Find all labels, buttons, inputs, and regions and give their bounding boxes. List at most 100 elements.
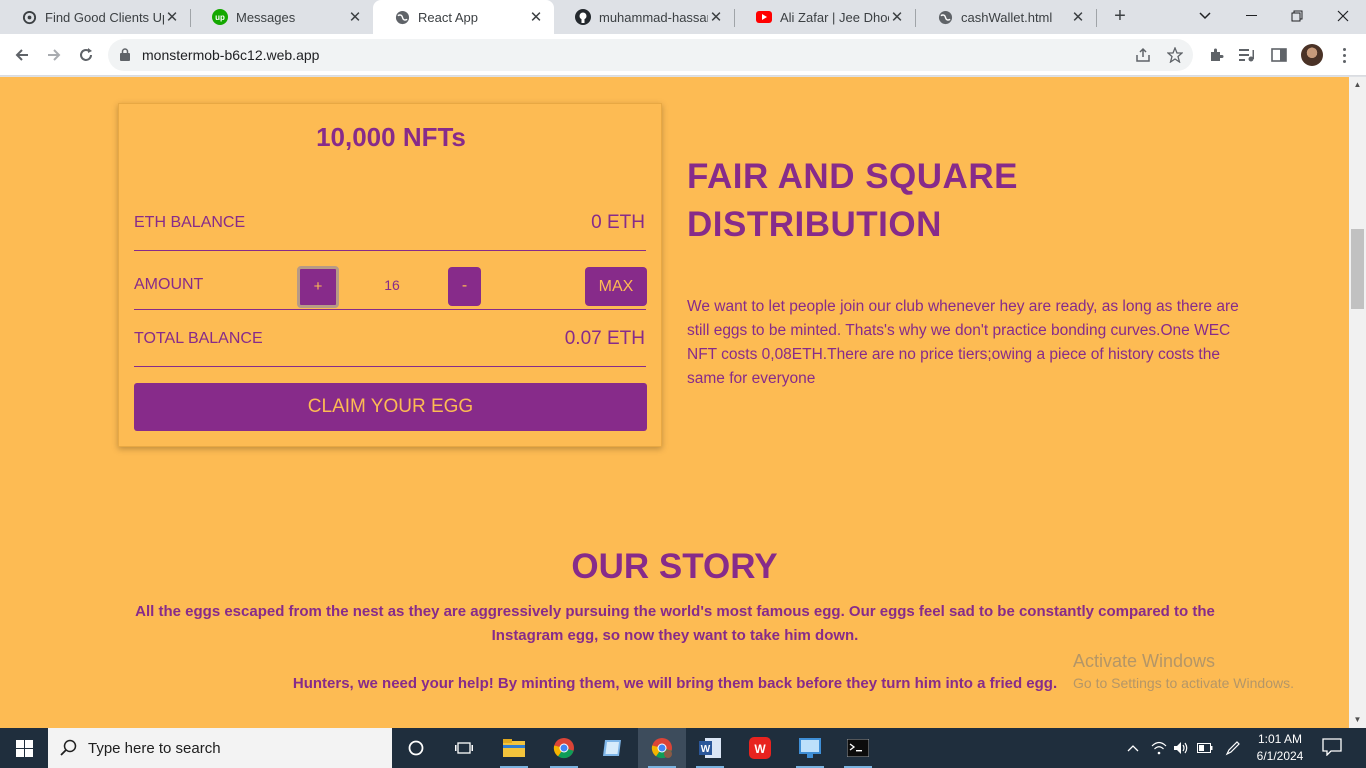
close-window-button[interactable] xyxy=(1320,0,1366,32)
chrome-profile-icon[interactable] xyxy=(638,728,686,768)
extensions-icon[interactable] xyxy=(1207,46,1225,64)
system-clock[interactable]: 1:01 AM 6/1/2024 xyxy=(1250,731,1310,765)
minimize-button[interactable] xyxy=(1228,0,1274,32)
watermark-subtitle: Go to Settings to activate Windows. xyxy=(1073,675,1294,691)
search-icon xyxy=(60,739,78,762)
page-content: 10,000 NFTs ETH BALANCE 0 ETH AMOUNT + 1… xyxy=(0,77,1349,728)
github-icon xyxy=(575,9,591,25)
decrease-amount-button[interactable]: - xyxy=(448,267,481,306)
globe-icon xyxy=(937,9,953,25)
start-button[interactable] xyxy=(0,728,48,768)
activate-windows-watermark: Activate Windows Go to Settings to activ… xyxy=(1073,651,1294,691)
tab-title: Messages xyxy=(236,9,296,25)
tab-title: Ali Zafar | Jee Dhoondta xyxy=(780,9,889,25)
tab-title: cashWallet.html xyxy=(961,9,1053,25)
browser-toolbar: monstermob-b6c12.web.app xyxy=(0,34,1366,76)
taskbar-search[interactable]: Type here to search xyxy=(48,728,392,768)
control-panel-icon[interactable] xyxy=(786,728,834,768)
terminal-icon[interactable] xyxy=(834,728,882,768)
our-story-heading: OUR STORY xyxy=(571,547,778,586)
reload-button[interactable] xyxy=(74,43,98,67)
divider xyxy=(134,309,646,310)
address-bar[interactable]: monstermob-b6c12.web.app xyxy=(108,39,1193,71)
windows-logo-icon xyxy=(15,739,33,757)
task-view-icon[interactable] xyxy=(440,728,488,768)
tab-cashwallet[interactable]: cashWallet.html ✕ xyxy=(916,0,1096,34)
media-control-icon[interactable] xyxy=(1238,46,1256,64)
watermark-title: Activate Windows xyxy=(1073,651,1216,671)
cortana-icon[interactable] xyxy=(392,728,440,768)
openai-icon xyxy=(21,9,37,25)
fair-distribution-text: We want to let people join our club when… xyxy=(687,298,1239,387)
close-icon[interactable]: ✕ xyxy=(528,8,544,26)
chrome-icon[interactable] xyxy=(540,728,588,768)
mint-card: 10,000 NFTs ETH BALANCE 0 ETH AMOUNT + 1… xyxy=(118,103,662,447)
tab-github[interactable]: muhammad-hassan-nadeem ✕ xyxy=(554,0,734,34)
scrollbar-thumb[interactable] xyxy=(1351,229,1364,309)
svg-text:W: W xyxy=(754,742,766,756)
globe-icon xyxy=(394,9,410,25)
increase-amount-button[interactable]: + xyxy=(297,266,339,308)
windows-taskbar: Type here to search W W 1:01 AM 6/1/2024 xyxy=(0,728,1366,768)
bookmark-star-icon[interactable] xyxy=(1166,46,1184,64)
tab-title: muhammad-hassan-nadeem xyxy=(599,9,708,25)
pen-icon[interactable] xyxy=(1224,740,1242,756)
svg-text:up: up xyxy=(215,13,225,22)
upwork-icon: up xyxy=(212,9,228,25)
divider xyxy=(134,250,646,251)
tab-messages[interactable]: up Messages ✕ xyxy=(191,0,373,34)
forward-button[interactable] xyxy=(42,43,66,67)
url-text: monstermob-b6c12.web.app xyxy=(142,47,320,63)
scroll-down-arrow-icon[interactable]: ▼ xyxy=(1349,712,1366,728)
word-icon[interactable]: W xyxy=(686,728,734,768)
notification-center-icon[interactable] xyxy=(1322,738,1344,758)
divider xyxy=(134,366,646,367)
profile-avatar[interactable] xyxy=(1301,44,1323,66)
total-balance-label: TOTAL BALANCE xyxy=(134,330,263,347)
wps-office-icon[interactable]: W xyxy=(736,728,784,768)
clock-date: 6/1/2024 xyxy=(1256,749,1304,763)
close-icon[interactable]: ✕ xyxy=(347,8,363,26)
svg-text:W: W xyxy=(701,744,711,755)
tab-youtube[interactable]: Ali Zafar | Jee Dhoondta ✕ xyxy=(735,0,915,34)
amount-value: 16 xyxy=(384,277,400,293)
new-tab-button[interactable]: + xyxy=(1108,4,1132,28)
volume-icon[interactable] xyxy=(1172,740,1190,756)
tab-react-app[interactable]: React App ✕ xyxy=(373,0,554,34)
claim-egg-button[interactable]: CLAIM YOUR EGG xyxy=(134,383,647,431)
side-panel-icon[interactable] xyxy=(1270,46,1288,64)
eth-balance-label: ETH BALANCE xyxy=(134,214,246,231)
tab-upwork-clients[interactable]: Find Good Clients Upwork ✕ xyxy=(0,0,190,34)
tab-strip: Find Good Clients Upwork ✕ up Messages ✕… xyxy=(0,0,1366,34)
lock-icon xyxy=(120,48,130,66)
share-icon[interactable] xyxy=(1134,46,1152,64)
fair-distribution-heading: FAIR AND SQUARE DISTRIBUTION xyxy=(687,157,1018,244)
page-scrollbar[interactable]: ▲ ▼ xyxy=(1349,77,1366,728)
battery-icon[interactable] xyxy=(1196,740,1214,756)
max-amount-button[interactable]: MAX xyxy=(585,267,647,306)
nft-count-title: 10,000 NFTs xyxy=(316,122,466,152)
notepad-icon[interactable] xyxy=(588,728,636,768)
back-button[interactable] xyxy=(10,43,34,67)
tab-title: React App xyxy=(418,9,478,25)
story-paragraph-2: Hunters, we need your help! By minting t… xyxy=(292,675,1058,692)
file-explorer-icon[interactable] xyxy=(490,728,538,768)
eth-balance-value: 0 ETH xyxy=(591,212,645,233)
restore-button[interactable] xyxy=(1274,0,1320,32)
youtube-icon xyxy=(756,9,772,25)
total-balance-value: 0.07 ETH xyxy=(564,328,645,349)
tab-title: Find Good Clients Upwork xyxy=(45,9,164,25)
close-icon[interactable]: ✕ xyxy=(889,8,905,26)
close-icon[interactable]: ✕ xyxy=(164,8,180,26)
show-hidden-icons-icon[interactable] xyxy=(1124,740,1142,756)
clock-time: 1:01 AM xyxy=(1257,732,1303,746)
chrome-menu-icon[interactable] xyxy=(1336,44,1352,66)
wifi-icon[interactable] xyxy=(1150,740,1168,756)
amount-label: AMOUNT xyxy=(134,276,204,293)
close-icon[interactable]: ✕ xyxy=(708,8,724,26)
tab-separator xyxy=(1096,9,1097,27)
close-icon[interactable]: ✕ xyxy=(1070,8,1086,26)
scroll-up-arrow-icon[interactable]: ▲ xyxy=(1349,77,1366,93)
tab-search-button[interactable] xyxy=(1182,0,1228,32)
search-placeholder: Type here to search xyxy=(88,740,221,757)
